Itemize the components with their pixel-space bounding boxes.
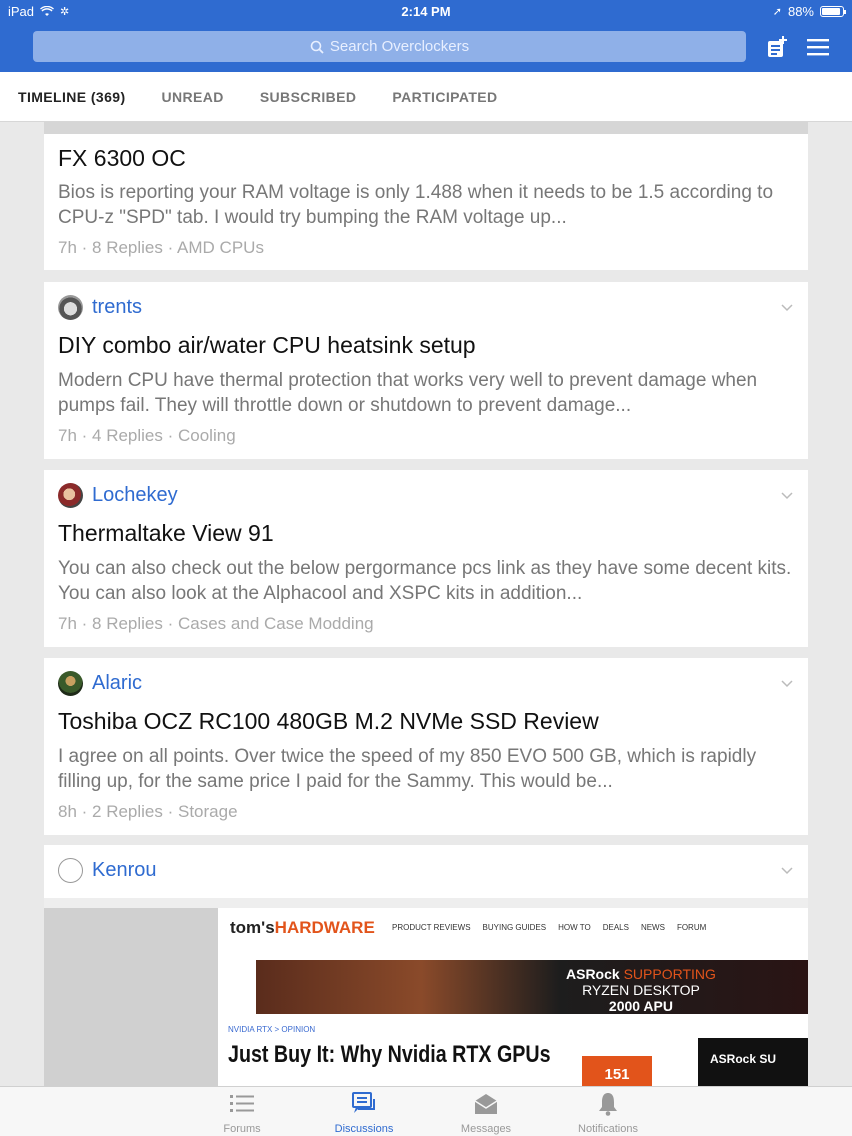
site-nav: PRODUCT REVIEWS BUYING GUIDES HOW TO DEA… [392, 923, 706, 932]
list-icon [230, 1095, 254, 1112]
bell-icon [599, 1093, 617, 1116]
location-icon: ➚ [772, 6, 782, 18]
nav-item: HOW TO [558, 923, 591, 932]
chevron-down-icon[interactable] [780, 300, 794, 314]
nav-item: FORUM [676, 923, 707, 932]
tabbar-notifications[interactable]: Notifications [553, 1091, 663, 1135]
discussions-icon [352, 1092, 375, 1113]
search-input[interactable]: Search Overclockers [33, 31, 746, 62]
discussion-card[interactable]: FX 6300 OC Bios is reporting your RAM vo… [44, 134, 808, 270]
tab-timeline[interactable]: TIMELINE (369) [18, 89, 126, 105]
discussion-card[interactable]: Kenrou tom'sHARDWARE PRODUCT REVIEWS BUY… [44, 845, 808, 1086]
tabbar-label: Messages [460, 1123, 512, 1135]
menu-button[interactable] [805, 34, 831, 60]
author-name: Alaric [92, 672, 143, 694]
comment-count-badge: 151 [582, 1056, 652, 1086]
feed-top-divider [44, 122, 808, 134]
author[interactable]: trents [58, 295, 142, 320]
author-name: Lochekey [92, 484, 178, 506]
nav-item: BUYING GUIDES [482, 923, 547, 932]
tabbar-forums[interactable]: Forums [187, 1091, 297, 1135]
search-placeholder: Search Overclockers [329, 38, 470, 55]
discussion-meta: 8h · 2 Replies · Storage [58, 802, 238, 821]
chevron-down-icon[interactable] [780, 488, 794, 502]
discussion-feed: FX 6300 OC Bios is reporting your RAM vo… [44, 122, 808, 1086]
logo-part-b: HARDWARE [274, 918, 375, 937]
tab-participated[interactable]: PARTICIPATED [392, 89, 497, 105]
battery-icon [820, 6, 846, 17]
discussion-meta: 7h · 8 Replies · AMD CPUs [58, 238, 264, 257]
discussion-meta: 7h · 8 Replies · Cases and Case Modding [58, 614, 374, 633]
hamburger-menu-icon [807, 39, 829, 56]
nav-item: DEALS [602, 923, 629, 932]
discussion-title: FX 6300 OC [58, 145, 186, 171]
author[interactable]: Lochekey [58, 483, 178, 508]
filter-tabs: TIMELINE (369) UNREAD SUBSCRIBED PARTICI… [0, 72, 852, 122]
site-logo: tom'sHARDWARE [230, 918, 375, 938]
author[interactable]: Kenrou [58, 858, 157, 883]
discussion-card[interactable]: Alaric Toshiba OCZ RC100 480GB M.2 NVMe … [44, 658, 808, 835]
tab-unread[interactable]: UNREAD [162, 89, 224, 105]
status-time: 2:14 PM [401, 4, 451, 19]
tabbar-label: Forums [223, 1123, 261, 1135]
embed-side-pane [44, 908, 218, 1086]
status-bar: iPad ✲ 2:14 PM ➚ 88% [0, 0, 852, 24]
status-right: ➚ 88% [772, 4, 846, 19]
banner-line3: 2000 APU [608, 998, 673, 1014]
embedded-screenshot[interactable]: tom'sHARDWARE PRODUCT REVIEWS BUYING GUI… [44, 898, 808, 1086]
discussion-excerpt: Modern CPU have thermal protection that … [58, 370, 758, 416]
nav-item: PRODUCT REVIEWS [392, 923, 471, 932]
avatar [58, 483, 83, 508]
chevron-down-icon[interactable] [780, 863, 794, 877]
bottom-tab-bar: Forums Discussions Messages Notification… [0, 1086, 852, 1136]
tabbar-messages[interactable]: Messages [431, 1091, 541, 1135]
nav-item: NEWS [640, 923, 665, 932]
discussion-title: Thermaltake View 91 [58, 520, 274, 546]
banner-line2: RYZEN DESKTOP [582, 982, 700, 998]
embed-page: tom'sHARDWARE PRODUCT REVIEWS BUYING GUI… [218, 908, 808, 1086]
banner-line1: SUPPORTING [623, 966, 716, 982]
battery-percent: 88% [787, 4, 814, 19]
article-headline: Just Buy It: Why Nvidia RTX GPUs [228, 1041, 551, 1068]
app-header: iPad ✲ 2:14 PM ➚ 88% Search Overclockers [0, 0, 852, 72]
banner-brand: ASRock [566, 966, 620, 982]
discussion-card[interactable]: trents DIY combo air/water CPU heatsink … [44, 282, 808, 459]
discussion-title: DIY combo air/water CPU heatsink setup [58, 332, 476, 358]
banner-text: ASRock SUPPORTING RYZEN DESKTOP 2000 APU [566, 966, 716, 1014]
search-icon [310, 40, 324, 54]
ad-banner: ASRock SUPPORTING RYZEN DESKTOP 2000 APU [256, 960, 808, 1014]
logo-part-a: tom's [230, 918, 275, 937]
author-name: Kenrou [92, 859, 157, 881]
discussion-card[interactable]: Lochekey Thermaltake View 91 You can als… [44, 470, 808, 647]
compose-icon [768, 36, 787, 57]
envelope-icon [474, 1094, 498, 1114]
discussion-meta: 7h · 4 Replies · Cooling [58, 426, 236, 445]
discussion-excerpt: You can also check out the below pergorm… [58, 558, 792, 604]
author[interactable]: Alaric [58, 671, 142, 696]
tabbar-label: Discussions [334, 1123, 394, 1135]
browser-strip [44, 898, 808, 908]
avatar [58, 295, 83, 320]
tab-subscribed[interactable]: SUBSCRIBED [260, 89, 357, 105]
tabbar-discussions[interactable]: Discussions [309, 1091, 419, 1135]
discussion-excerpt: Bios is reporting your RAM voltage is on… [58, 182, 774, 228]
compose-button[interactable] [764, 34, 790, 60]
side-ad: ASRock SU [698, 1038, 808, 1086]
discussion-title: Toshiba OCZ RC100 480GB M.2 NVMe SSD Rev… [58, 708, 599, 734]
article-breadcrumb: NVIDIA RTX > OPINION [228, 1025, 316, 1034]
author-name: trents [92, 296, 143, 318]
discussion-excerpt: I agree on all points. Over twice the sp… [58, 746, 757, 792]
avatar [58, 671, 83, 696]
chevron-down-icon[interactable] [780, 676, 794, 690]
tabbar-label: Notifications [578, 1123, 638, 1135]
avatar [58, 858, 83, 883]
